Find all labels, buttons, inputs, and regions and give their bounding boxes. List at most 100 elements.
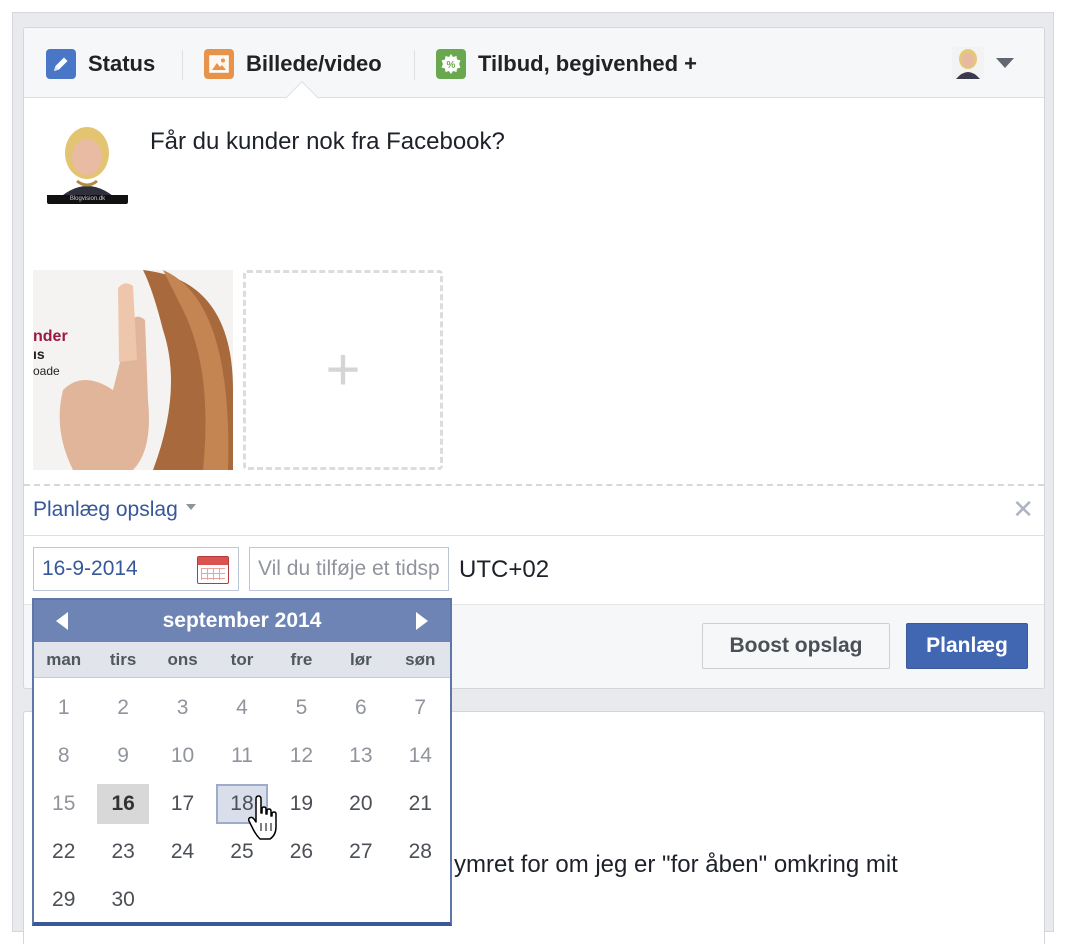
tab-offer-event[interactable]: % Tilbud, begivenhed + bbox=[436, 48, 697, 80]
hand-cursor-icon bbox=[248, 795, 277, 840]
caret-down-icon bbox=[185, 504, 196, 510]
calendar-day[interactable]: 17 bbox=[153, 780, 212, 828]
calendar-day[interactable]: 23 bbox=[93, 828, 152, 876]
weekday-label: ons bbox=[167, 649, 198, 669]
calendar-day: 9 bbox=[93, 732, 152, 780]
calendar-day-number: 20 bbox=[349, 792, 373, 815]
tab-status[interactable]: Status bbox=[46, 48, 155, 80]
calendar-day: 4 bbox=[212, 684, 271, 732]
calendar-day-number: 23 bbox=[111, 840, 135, 863]
calendar-day-number: 19 bbox=[289, 792, 314, 815]
tab-divider bbox=[182, 50, 183, 80]
calendar-day-number: 11 bbox=[231, 744, 253, 767]
attached-photo-thumbnail[interactable]: nder ıs oade bbox=[33, 270, 233, 470]
calendar-day: 3 bbox=[153, 684, 212, 732]
avatar[interactable] bbox=[952, 47, 984, 79]
calendar-day-number: 4 bbox=[236, 696, 248, 719]
calendar-day: 14 bbox=[391, 732, 450, 780]
calendar-day-number: 24 bbox=[170, 840, 195, 863]
thumbnail-caption: oade bbox=[33, 364, 60, 378]
calendar-day-number: 22 bbox=[52, 840, 76, 863]
date-picker-popup: september 2014 man tirs ons tor fre lør … bbox=[32, 598, 452, 926]
calendar-day-number: 13 bbox=[349, 744, 373, 767]
date-value: 16-9-2014 bbox=[42, 557, 138, 580]
photo-icon bbox=[204, 49, 234, 79]
calendar-day-number: 3 bbox=[176, 696, 189, 719]
calendar-day-number: 28 bbox=[408, 840, 432, 863]
calendar-day-number: 27 bbox=[349, 840, 373, 863]
close-icon[interactable]: ✕ bbox=[1012, 494, 1034, 525]
calendar-day-number: 14 bbox=[408, 744, 432, 767]
post-composer: Status Billede/video % Tilbud, begivenhe… bbox=[23, 27, 1045, 689]
calendar-day-number: 8 bbox=[57, 744, 70, 767]
profile-avatar: Blogvision.dk bbox=[47, 123, 128, 204]
calendar-day-number: 12 bbox=[289, 744, 314, 767]
calendar-days-grid: 1 2 3 4 5 6 7 8 9 10 11 12 13 14 15 16 17 18 19 20 21 22 23 24 2… bbox=[34, 678, 450, 924]
calendar-day: 5 bbox=[272, 684, 331, 732]
calendar-day: 2 bbox=[93, 684, 152, 732]
weekday-label: tirs bbox=[109, 649, 137, 669]
post-text[interactable]: Får du kunder nok fra Facebook? bbox=[150, 128, 505, 156]
weekday-header: man tirs ons tor fre lør søn bbox=[34, 642, 450, 678]
calendar-day[interactable]: 19 bbox=[272, 780, 331, 828]
calendar-day[interactable]: 16 bbox=[93, 780, 152, 828]
calendar-day-number: 2 bbox=[117, 696, 129, 719]
calendar-day-number: 9 bbox=[117, 744, 129, 767]
calendar-day: 10 bbox=[153, 732, 212, 780]
calendar-day-number: 16 bbox=[97, 784, 150, 824]
tab-photo-video[interactable]: Billede/video bbox=[204, 48, 382, 80]
schedule-button[interactable]: Planlæg bbox=[906, 623, 1028, 669]
calendar-day: 1 bbox=[34, 684, 93, 732]
calendar-day-number: 10 bbox=[170, 744, 195, 767]
calendar-day: 7 bbox=[391, 684, 450, 732]
calendar-day[interactable]: 27 bbox=[331, 828, 390, 876]
calendar-day[interactable]: 20 bbox=[331, 780, 390, 828]
calendar-day-number: 5 bbox=[295, 696, 308, 719]
calendar-day: 11 bbox=[212, 732, 271, 780]
schedule-post-dropdown[interactable]: Planlæg opslag bbox=[33, 498, 196, 522]
plus-icon: + bbox=[325, 336, 361, 403]
weekday-label: fre bbox=[290, 649, 313, 669]
schedule-post-label: Planlæg opslag bbox=[33, 498, 178, 521]
chevron-down-icon[interactable] bbox=[996, 58, 1014, 68]
schedule-row: Planlæg opslag ✕ bbox=[24, 484, 1044, 536]
svg-text:%: % bbox=[447, 60, 456, 71]
calendar-day: 6 bbox=[331, 684, 390, 732]
time-input[interactable] bbox=[249, 547, 449, 591]
calendar-day[interactable]: 26 bbox=[272, 828, 331, 876]
composer-tabs: Status Billede/video % Tilbud, begivenhe… bbox=[24, 28, 1044, 98]
thumbnail-caption: nder bbox=[33, 328, 68, 345]
calendar-day-number: 15 bbox=[52, 792, 76, 815]
calendar-day[interactable]: 22 bbox=[34, 828, 93, 876]
calendar-day[interactable]: 29 bbox=[34, 876, 93, 924]
calendar-day[interactable]: 28 bbox=[391, 828, 450, 876]
calendar-day-number: 21 bbox=[408, 792, 432, 815]
calendar-header: september 2014 bbox=[34, 600, 450, 642]
avatar-caption: Blogvision.dk bbox=[47, 195, 128, 204]
add-photo-button[interactable]: + bbox=[243, 270, 443, 470]
previous-month-arrow-icon[interactable] bbox=[56, 612, 68, 630]
calendar-day: 12 bbox=[272, 732, 331, 780]
calendar-day-number: 30 bbox=[111, 888, 135, 911]
thumbnail-caption: ıs bbox=[33, 346, 45, 362]
calendar-day: 15 bbox=[34, 780, 93, 828]
offer-icon: % bbox=[436, 49, 466, 79]
calendar-day[interactable]: 21 bbox=[391, 780, 450, 828]
weekday-label: man bbox=[46, 649, 82, 669]
calendar-day[interactable]: 30 bbox=[93, 876, 152, 924]
calendar-day: 8 bbox=[34, 732, 93, 780]
calendar-day-number: 7 bbox=[414, 696, 427, 719]
tab-photo-video-label: Billede/video bbox=[246, 51, 382, 76]
calendar-day-number: 26 bbox=[289, 840, 314, 863]
tab-offer-event-label: Tilbud, begivenhed + bbox=[478, 51, 698, 76]
post-body-text: ymret for om jeg er "for åben" omkring m… bbox=[454, 851, 898, 878]
calendar-day-number: 29 bbox=[52, 888, 76, 911]
calendar-icon[interactable] bbox=[197, 556, 229, 584]
weekday-label: søn bbox=[405, 649, 436, 669]
date-field[interactable]: 16-9-2014 bbox=[33, 547, 239, 591]
boost-post-button[interactable]: Boost opslag bbox=[702, 623, 890, 669]
weekday-label: lør bbox=[349, 649, 372, 669]
pencil-icon bbox=[46, 49, 76, 79]
next-month-arrow-icon[interactable] bbox=[416, 612, 428, 630]
calendar-day[interactable]: 24 bbox=[153, 828, 212, 876]
